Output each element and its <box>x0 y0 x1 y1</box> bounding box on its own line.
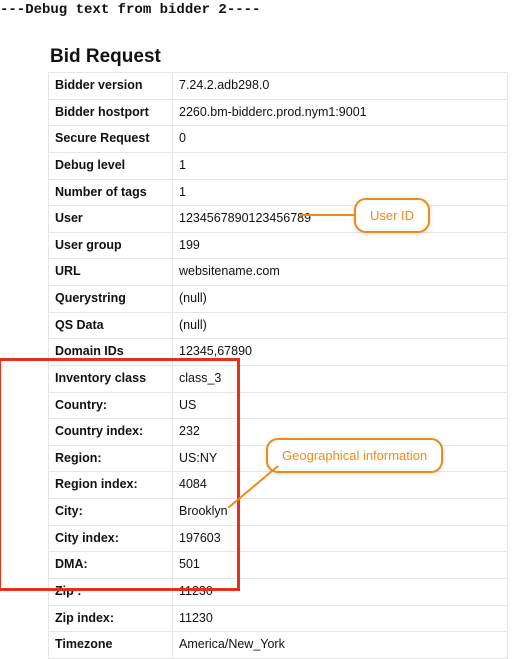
row-value: 0 <box>173 126 508 153</box>
callout-geo: Geographical information <box>266 438 443 473</box>
row-value: (null) <box>173 286 508 313</box>
row-key: User group <box>49 232 173 259</box>
row-key: Region: <box>49 445 173 472</box>
table-row: City index:197603 <box>49 525 508 552</box>
row-value: 2260.bm-bidderc.prod.nym1:9001 <box>173 99 508 126</box>
row-value: websitename.com <box>173 259 508 286</box>
row-value: 7.24.2.adb298.0 <box>173 73 508 100</box>
row-value: 11230 <box>173 605 508 632</box>
row-value: Brooklyn <box>173 499 508 526</box>
bid-request-table: Bidder version7.24.2.adb298.0Bidder host… <box>48 72 508 659</box>
table-row: Bidder hostport2260.bm-bidderc.prod.nym1… <box>49 99 508 126</box>
table-row: URLwebsitename.com <box>49 259 508 286</box>
table-row: User group199 <box>49 232 508 259</box>
callout-user-id: User ID <box>354 198 430 233</box>
row-value: (null) <box>173 312 508 339</box>
row-key: Region index: <box>49 472 173 499</box>
row-value: 11230 <box>173 578 508 605</box>
row-value: 1234567890123456789 <box>173 206 508 233</box>
table-row: Querystring(null) <box>49 286 508 313</box>
row-value: 501 <box>173 552 508 579</box>
row-value: class_3 <box>173 365 508 392</box>
row-key: User <box>49 206 173 233</box>
row-value: 4084 <box>173 472 508 499</box>
table-row: Domain IDs12345,67890 <box>49 339 508 366</box>
content-area: Bid Request Bidder version7.24.2.adb298.… <box>0 18 531 659</box>
row-value: US <box>173 392 508 419</box>
row-key: URL <box>49 259 173 286</box>
row-key: Bidder hostport <box>49 99 173 126</box>
row-key: Querystring <box>49 286 173 313</box>
row-key: Inventory class <box>49 365 173 392</box>
callout-user-id-label: User ID <box>370 208 414 223</box>
row-key: City: <box>49 499 173 526</box>
row-key: Country: <box>49 392 173 419</box>
row-key: Number of tags <box>49 179 173 206</box>
table-row: Secure Request0 <box>49 126 508 153</box>
row-key: QS Data <box>49 312 173 339</box>
row-key: DMA: <box>49 552 173 579</box>
table-row: City:Brooklyn <box>49 499 508 526</box>
row-value: 197603 <box>173 525 508 552</box>
row-key: Debug level <box>49 152 173 179</box>
row-value: America/New_York <box>173 632 508 659</box>
row-key: Bidder version <box>49 73 173 100</box>
row-key: Country index: <box>49 419 173 446</box>
table-row: Zip index:11230 <box>49 605 508 632</box>
row-value: 1 <box>173 152 508 179</box>
table-row: Bidder version7.24.2.adb298.0 <box>49 73 508 100</box>
row-key: Secure Request <box>49 126 173 153</box>
row-value: 1 <box>173 179 508 206</box>
table-row: Number of tags1 <box>49 179 508 206</box>
row-key: Domain IDs <box>49 339 173 366</box>
table-row: Inventory classclass_3 <box>49 365 508 392</box>
table-row: Zip :11230 <box>49 578 508 605</box>
debug-header: ---Debug text from bidder 2---- <box>0 0 531 18</box>
row-key: City index: <box>49 525 173 552</box>
row-key: Zip : <box>49 578 173 605</box>
table-row: Region index:4084 <box>49 472 508 499</box>
table-row: TimezoneAmerica/New_York <box>49 632 508 659</box>
row-key: Timezone <box>49 632 173 659</box>
table-row: QS Data(null) <box>49 312 508 339</box>
table-row: Debug level1 <box>49 152 508 179</box>
table-row: DMA:501 <box>49 552 508 579</box>
table-row: User1234567890123456789 <box>49 206 508 233</box>
row-value: 12345,67890 <box>173 339 508 366</box>
row-value: 199 <box>173 232 508 259</box>
row-key: Zip index: <box>49 605 173 632</box>
callout-geo-label: Geographical information <box>282 448 427 463</box>
page-title: Bid Request <box>50 46 531 68</box>
table-row: Country:US <box>49 392 508 419</box>
